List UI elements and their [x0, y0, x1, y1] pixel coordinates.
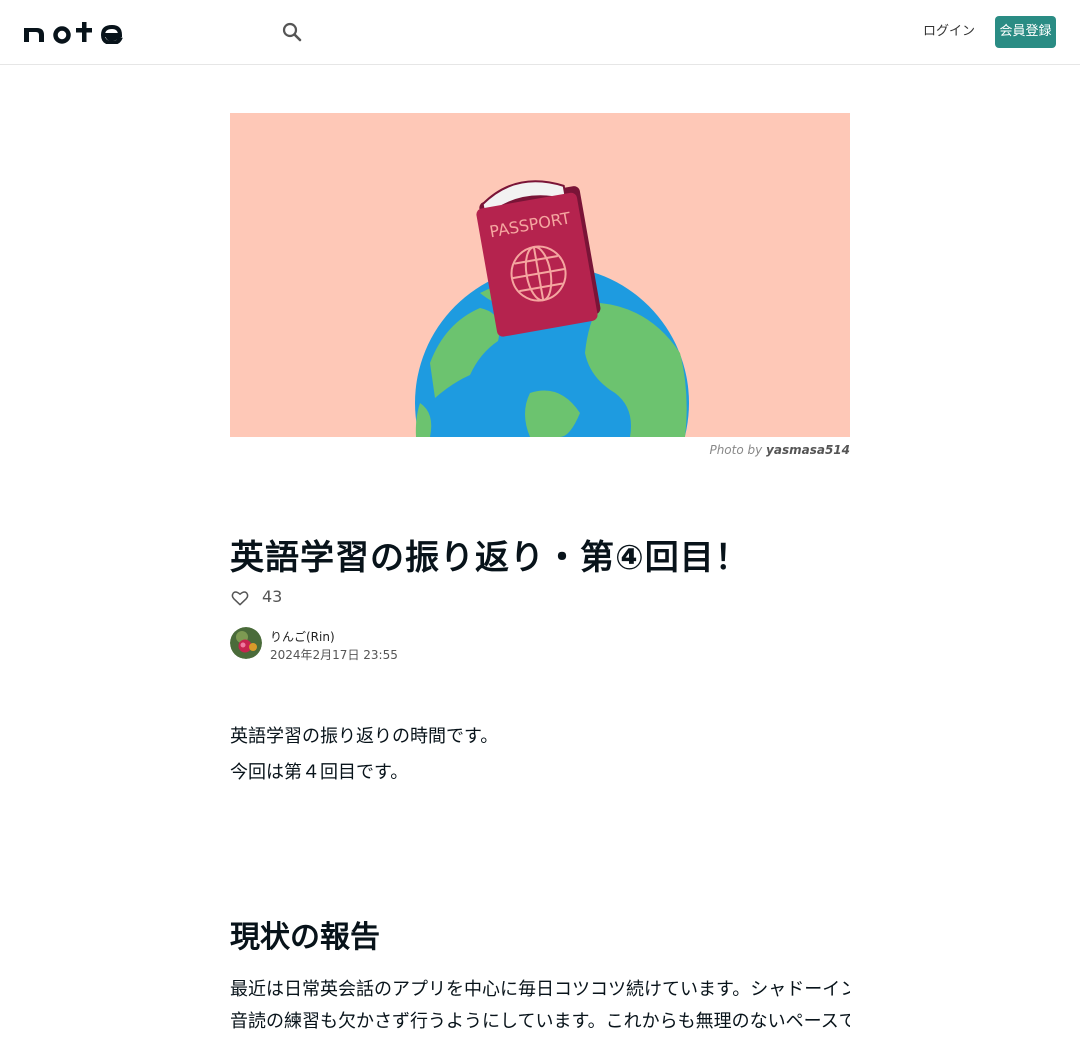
body-line: 音読の練習も欠かさず行うようにしています。これからも無理のないペースで楽しく学習…: [230, 1011, 850, 1032]
photo-credit-prefix: Photo by: [709, 443, 763, 457]
note-logo[interactable]: [24, 20, 124, 48]
avatar[interactable]: [230, 627, 262, 659]
body-paragraph: 最近は日常英会話のアプリを中心に毎日コツコツ続けています。シャドーイングも少しず…: [230, 974, 850, 1038]
intro-paragraph-line: 英語学習の振り返りの時間です。: [230, 726, 499, 747]
article-title: 英語学習の振り返り・第④回目！: [230, 538, 750, 578]
section-heading: 現状の報告: [230, 920, 380, 955]
publish-date: 2024年2月17日 23:55: [270, 648, 398, 662]
signup-button[interactable]: 会員登録: [995, 16, 1056, 48]
intro-paragraph-line: 今回は第４回目です。: [230, 762, 409, 783]
photo-credit-author[interactable]: yasmasa514: [766, 443, 850, 457]
like-button[interactable]: [230, 586, 250, 610]
like-count: 43: [262, 587, 283, 606]
heart-icon[interactable]: [230, 588, 250, 608]
login-button[interactable]: ログイン: [920, 20, 978, 44]
hero-image: PASSPORT: [230, 113, 850, 437]
body-line: 最近は日常英会話のアプリを中心に毎日コツコツ続けています。シャドーイングも少しず…: [230, 979, 850, 1000]
top-header: ログイン 会員登録: [0, 0, 1080, 65]
author-name[interactable]: りんご(Rin): [270, 628, 335, 645]
search-icon[interactable]: [280, 20, 304, 44]
photo-credit: Photo by yasmasa514: [230, 443, 850, 457]
